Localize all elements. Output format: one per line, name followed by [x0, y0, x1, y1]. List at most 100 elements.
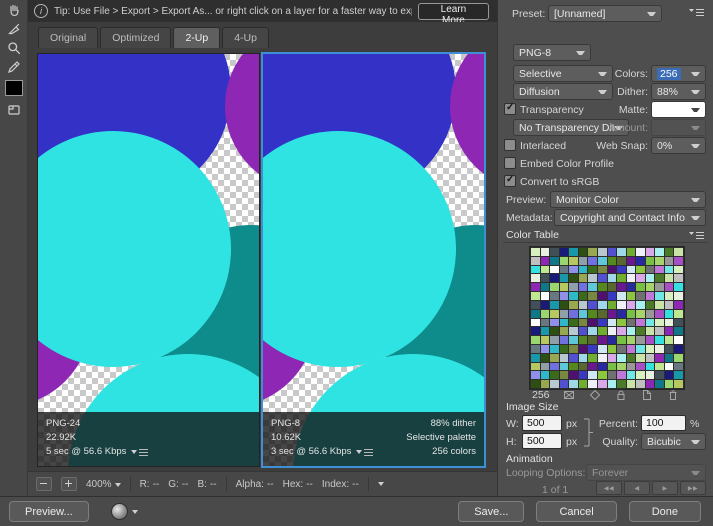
color-swatch[interactable]	[617, 256, 626, 265]
color-swatch[interactable]	[531, 344, 540, 353]
color-swatch[interactable]	[655, 292, 664, 300]
color-swatch[interactable]	[607, 380, 617, 388]
color-swatch[interactable]	[617, 353, 626, 362]
color-swatch[interactable]	[645, 283, 655, 292]
color-swatch[interactable]	[569, 309, 578, 318]
color-swatch[interactable]	[645, 353, 655, 362]
statusbar-menu-icon[interactable]	[377, 482, 384, 486]
color-swatch[interactable]	[597, 248, 607, 256]
color-swatch[interactable]	[674, 318, 683, 327]
color-swatch[interactable]	[607, 353, 617, 362]
color-swatch[interactable]	[626, 292, 636, 300]
color-swatch[interactable]	[655, 309, 664, 318]
color-swatch[interactable]	[674, 292, 683, 300]
color-swatch[interactable]	[664, 362, 674, 371]
color-swatch[interactable]	[578, 292, 588, 300]
color-swatch[interactable]	[607, 300, 617, 309]
color-swatch[interactable]	[550, 265, 559, 274]
color-swatch[interactable]	[550, 344, 559, 353]
color-swatch[interactable]	[617, 336, 626, 344]
color-swatch[interactable]	[645, 256, 655, 265]
color-swatch[interactable]	[531, 283, 540, 292]
color-swatch[interactable]	[550, 327, 559, 336]
color-swatch[interactable]	[655, 327, 664, 336]
percent-input[interactable]: 100	[641, 415, 686, 431]
color-swatch[interactable]	[674, 380, 683, 388]
color-swatch[interactable]	[578, 336, 588, 344]
color-swatch[interactable]	[578, 283, 588, 292]
first-frame-button[interactable]: ◀◀	[596, 481, 622, 495]
color-swatch[interactable]	[531, 274, 540, 283]
color-swatch[interactable]	[559, 353, 569, 362]
color-swatch[interactable]	[645, 309, 655, 318]
color-swatch[interactable]	[559, 300, 569, 309]
color-swatch[interactable]	[597, 283, 607, 292]
color-swatch[interactable]	[531, 309, 540, 318]
color-swatch[interactable]	[674, 362, 683, 371]
color-swatch[interactable]	[559, 380, 569, 388]
color-swatch[interactable]	[617, 300, 626, 309]
previous-frame-button[interactable]: ◀	[624, 481, 650, 495]
color-swatch[interactable]	[617, 283, 626, 292]
color-swatch[interactable]	[607, 256, 617, 265]
color-swatch[interactable]	[597, 336, 607, 344]
color-swatch[interactable]	[607, 283, 617, 292]
dither-method-select[interactable]: Diffusion	[513, 83, 613, 100]
color-swatch[interactable]	[674, 265, 683, 274]
preview-button[interactable]: Preview...	[9, 501, 89, 522]
color-swatch[interactable]	[578, 371, 588, 380]
color-swatch[interactable]	[550, 362, 559, 371]
color-swatch[interactable]	[636, 353, 645, 362]
color-swatch[interactable]	[664, 292, 674, 300]
convert-srgb-checkbox[interactable]	[504, 174, 516, 187]
color-swatch[interactable]	[569, 300, 578, 309]
color-swatch[interactable]	[531, 248, 540, 256]
color-swatch[interactable]	[569, 274, 578, 283]
color-swatch[interactable]	[588, 292, 597, 300]
color-swatch[interactable]	[617, 327, 626, 336]
color-swatch[interactable]	[617, 318, 626, 327]
color-swatch[interactable]	[578, 353, 588, 362]
color-swatch[interactable]	[664, 265, 674, 274]
color-swatch[interactable]	[569, 380, 578, 388]
color-swatch[interactable]	[626, 300, 636, 309]
color-swatch[interactable]	[645, 265, 655, 274]
metadata-select[interactable]: Copyright and Contact Info	[554, 209, 706, 226]
color-swatch[interactable]	[540, 248, 550, 256]
color-swatch[interactable]	[607, 327, 617, 336]
color-swatch[interactable]	[664, 336, 674, 344]
color-swatch[interactable]	[636, 380, 645, 388]
color-swatch[interactable]	[540, 274, 550, 283]
color-swatch[interactable]	[531, 336, 540, 344]
color-swatch[interactable]	[597, 344, 607, 353]
color-swatch[interactable]	[588, 283, 597, 292]
color-swatch[interactable]	[664, 318, 674, 327]
color-swatch[interactable]	[559, 265, 569, 274]
preview-select[interactable]: Monitor Color	[550, 191, 706, 208]
color-swatch[interactable]	[664, 309, 674, 318]
color-swatch[interactable]	[540, 344, 550, 353]
color-swatch[interactable]	[597, 318, 607, 327]
color-swatch[interactable]	[578, 380, 588, 388]
width-input[interactable]: 500	[522, 415, 562, 431]
color-swatch[interactable]	[569, 318, 578, 327]
color-swatch[interactable]	[626, 336, 636, 344]
color-swatch[interactable]	[578, 300, 588, 309]
color-swatch[interactable]	[597, 309, 607, 318]
color-swatch[interactable]	[569, 353, 578, 362]
zoom-in-button[interactable]	[61, 477, 77, 491]
color-swatch[interactable]	[531, 380, 540, 388]
color-swatch[interactable]	[626, 380, 636, 388]
color-swatch[interactable]	[617, 344, 626, 353]
color-swatch[interactable]	[636, 265, 645, 274]
color-swatch[interactable]	[550, 371, 559, 380]
color-swatch[interactable]	[655, 353, 664, 362]
info-flyout-menu[interactable]	[131, 448, 149, 456]
matte-swatch-select[interactable]	[651, 101, 706, 118]
preset-select[interactable]: [Unnamed]	[548, 5, 662, 22]
new-color-icon[interactable]	[640, 388, 653, 401]
color-swatch[interactable]	[559, 248, 569, 256]
color-swatch[interactable]	[626, 283, 636, 292]
slice-select-tool[interactable]	[0, 19, 27, 38]
color-swatch[interactable]	[626, 274, 636, 283]
